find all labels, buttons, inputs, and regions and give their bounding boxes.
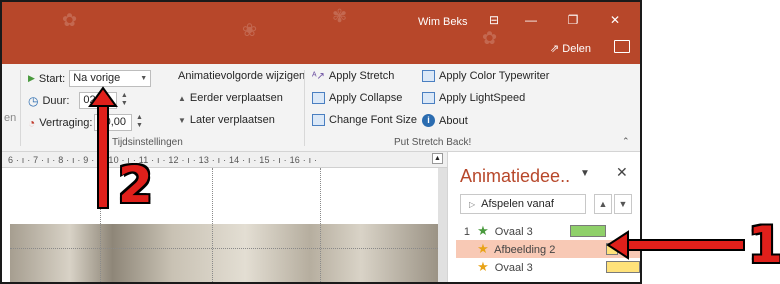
chevron-down-icon: ▼	[140, 75, 148, 82]
font-size-icon	[312, 114, 325, 126]
play-icon: ▶	[28, 73, 35, 83]
lightspeed-icon	[422, 92, 435, 104]
timing-group-label: Tijdsinstellingen	[112, 137, 183, 148]
apply-collapse-label: Apply Collapse	[329, 92, 403, 104]
move-later-button[interactable]: ▼ Later verplaatsen	[178, 114, 275, 126]
ribbon-display-options-icon[interactable]: ⊟	[479, 10, 509, 30]
collapse-ribbon-icon[interactable]: ⌃	[622, 136, 630, 147]
animation-pane-title: Animatiedee..	[460, 166, 571, 186]
pane-options-chevron-icon[interactable]: ▼	[580, 168, 590, 179]
apply-lightspeed-label: Apply LightSpeed	[439, 92, 526, 104]
decoration-icon: ✿	[62, 10, 78, 30]
restore-icon[interactable]: ❐	[558, 10, 588, 30]
about-button[interactable]: i About	[422, 114, 468, 127]
addin-group-label: Put Stretch Back!	[394, 137, 472, 148]
user-name[interactable]: Wim Beks	[418, 16, 468, 28]
share-button[interactable]: ⇗ Delen	[550, 42, 591, 55]
change-font-size-label: Change Font Size	[329, 114, 418, 126]
apply-stretch-label: Apply Stretch	[328, 70, 395, 82]
delay-row: ◔ Vertraging: 00,00 ▲ ▼	[28, 114, 144, 131]
apply-stretch-button[interactable]: ᴬ↗ Apply Stretch	[312, 70, 394, 82]
start-value: Na vorige	[73, 72, 121, 84]
about-label: About	[439, 114, 468, 127]
animation-item[interactable]: ★ Ovaal 3	[456, 258, 640, 276]
item-dropdown-icon[interactable]: ▼	[622, 240, 630, 258]
move-earlier-label: Eerder verplaatsen	[189, 92, 283, 104]
truncated-ribbon-text: en	[4, 112, 17, 124]
guide-line	[10, 248, 438, 249]
timing-bar[interactable]	[570, 225, 606, 237]
animation-item-selected[interactable]: ★ Afbeelding 2 ▼	[456, 240, 640, 258]
apply-color-typewriter-label: Apply Color Typewriter	[439, 70, 550, 82]
clock-icon: ◷	[28, 93, 39, 108]
timing-bar[interactable]	[606, 261, 640, 273]
animation-item-number: 1	[463, 226, 470, 238]
delay-clock-icon: ◔	[28, 115, 36, 130]
vertical-scrollbar[interactable]	[438, 168, 447, 282]
arrow-up-icon: ▲	[178, 93, 186, 103]
annotation-number-1: 1	[748, 216, 780, 274]
powerpoint-window: ✿ ❀ ✾ ✿ Wim Beks ⊟ — ❐ ✕ ⇗ Delen en ▶ St…	[0, 0, 642, 284]
animation-item-name: Ovaal 3	[494, 262, 533, 274]
change-font-size-button[interactable]: Change Font Size	[312, 114, 417, 126]
ribbon: en ▶ Start: Na vorige ▼ ◷ Duur: 02,00 ▲ ▼…	[2, 64, 640, 152]
stretch-icon: ᴬ↗	[312, 70, 325, 82]
share-icon: ⇗	[550, 43, 563, 55]
animation-item-name: Afbeelding 2	[494, 244, 556, 256]
move-earlier-button[interactable]: ▲ Eerder verplaatsen	[178, 92, 283, 104]
decoration-icon: ✾	[332, 6, 348, 26]
title-bar: ✿ ❀ ✾ ✿ Wim Beks ⊟ — ❐ ✕ ⇗ Delen	[2, 2, 640, 64]
delay-spinner[interactable]: ▲ ▼	[134, 114, 144, 131]
start-label: Start:	[38, 72, 66, 85]
move-down-button[interactable]: ▼	[614, 194, 632, 214]
move-up-button[interactable]: ▲	[594, 194, 612, 214]
share-label: Delen	[562, 43, 592, 55]
scroll-up-icon[interactable]: ▲	[432, 153, 443, 164]
apply-collapse-button[interactable]: Apply Collapse	[312, 92, 402, 104]
slide-canvas	[2, 168, 447, 282]
typewriter-icon	[422, 70, 435, 82]
delay-label: Vertraging:	[39, 116, 93, 129]
decoration-icon: ❀	[242, 20, 258, 40]
close-pane-icon[interactable]: ✕	[616, 164, 628, 181]
gold-star-icon: ★	[477, 241, 489, 256]
duration-input[interactable]: 02,00	[79, 92, 118, 109]
slide[interactable]	[2, 168, 438, 282]
animation-item[interactable]: 1 ★ Ovaal 3	[456, 222, 640, 240]
slide-image[interactable]	[10, 224, 438, 282]
start-dropdown[interactable]: Na vorige ▼	[69, 70, 152, 87]
duration-label: Duur:	[42, 94, 70, 107]
delay-input[interactable]: 00,00	[94, 114, 133, 131]
play-from-label: Afspelen vanaf	[481, 198, 554, 210]
animation-item-name: Ovaal 3	[494, 226, 533, 238]
start-row: ▶ Start: Na vorige ▼	[28, 70, 152, 87]
duration-spinner[interactable]: ▲ ▼	[119, 92, 129, 109]
comments-icon[interactable]	[614, 40, 630, 53]
duration-row: ◷ Duur: 02,00 ▲ ▼	[28, 92, 129, 109]
green-star-icon: ★	[477, 223, 489, 238]
apply-lightspeed-button[interactable]: Apply LightSpeed	[422, 92, 525, 104]
arrow-down-icon: ▼	[178, 115, 186, 125]
play-icon: ▷	[469, 200, 476, 209]
minimize-icon[interactable]: —	[516, 10, 546, 30]
collapse-icon	[312, 92, 325, 104]
horizontal-ruler: 6 · ı · 7 · ı · 8 · ı · 9 · ı · 10 · ı ·…	[2, 152, 447, 168]
guide-line	[100, 168, 101, 282]
play-from-button[interactable]: ▷ Afspelen vanaf	[460, 194, 586, 214]
apply-color-typewriter-button[interactable]: Apply Color Typewriter	[422, 70, 549, 82]
gold-star-icon: ★	[477, 259, 489, 274]
ribbon-separator	[304, 70, 305, 146]
decoration-icon: ✿	[482, 28, 498, 48]
timing-bar[interactable]	[606, 243, 618, 255]
close-icon[interactable]: ✕	[600, 10, 630, 30]
reorder-animation-title: Animatievolgorde wijzigen	[178, 70, 306, 82]
animation-pane: Animatiedee.. ▼ ✕ ▷ Afspelen vanaf ▲ ▼ 1 …	[447, 152, 640, 282]
ribbon-separator	[20, 70, 21, 146]
info-icon: i	[422, 114, 435, 127]
move-later-label: Later verplaatsen	[189, 114, 275, 126]
guide-line	[320, 168, 321, 282]
annotation-number-2: 2	[118, 156, 153, 214]
guide-line	[212, 168, 213, 282]
